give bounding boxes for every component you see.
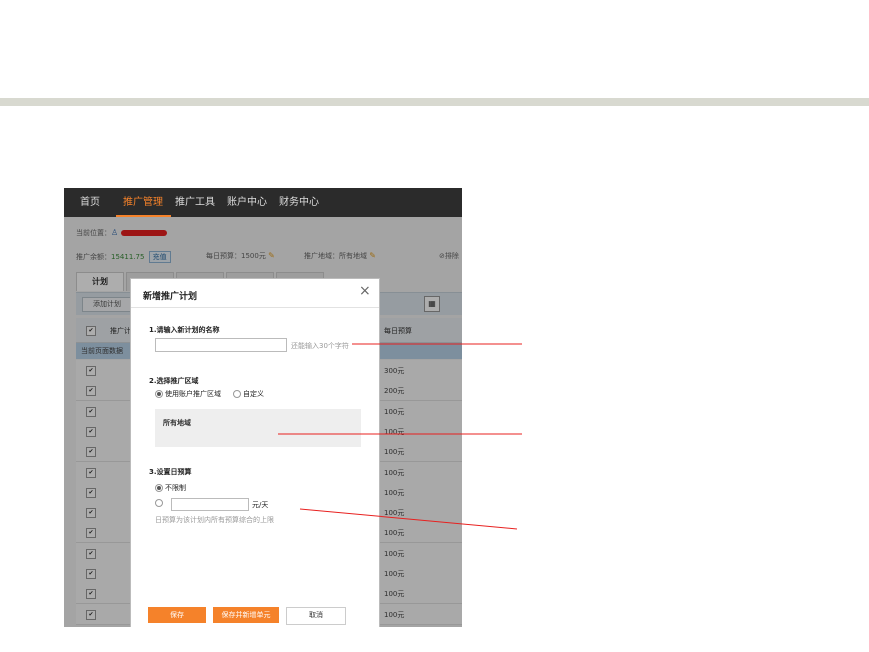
- annotation-line-budget: [299, 508, 518, 530]
- annotation-lines: [278, 343, 522, 530]
